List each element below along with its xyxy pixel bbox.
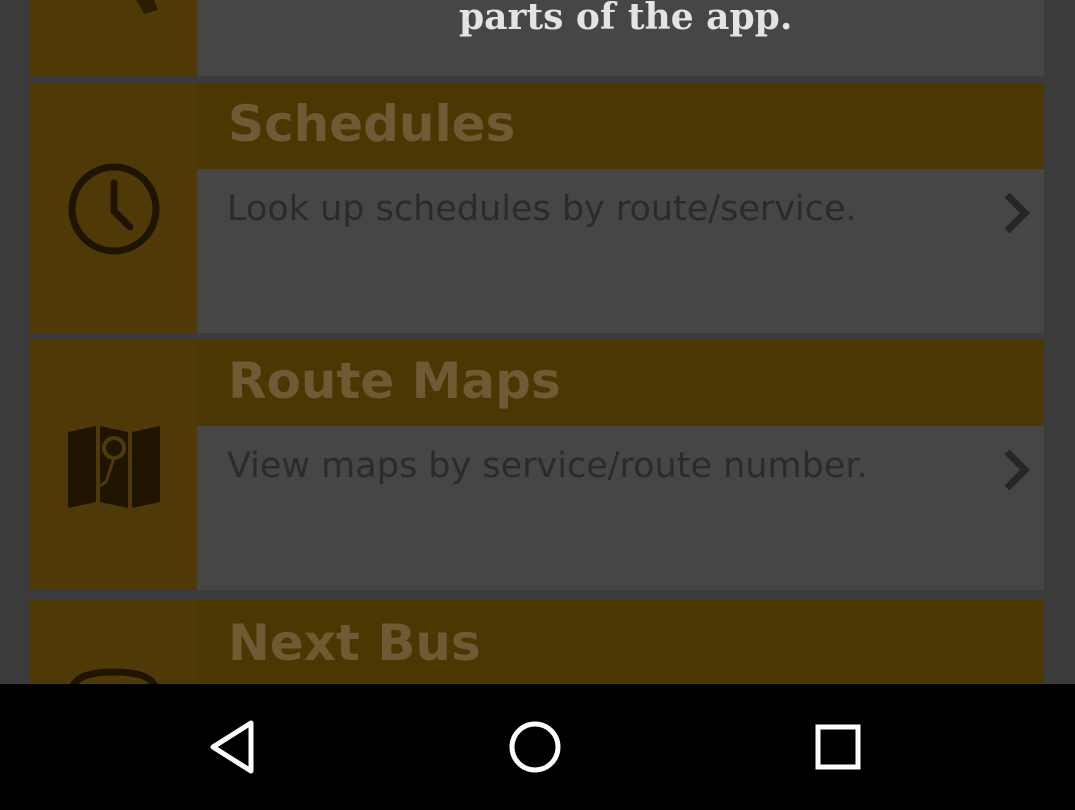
next-bus-card[interactable]: Next Bus — [30, 600, 1044, 684]
intro-card-icon-area — [30, 0, 197, 76]
schedules-card[interactable]: Schedules Look up schedules by route/ser… — [30, 83, 1044, 333]
intro-card-header: parts of the app. — [197, 0, 1044, 76]
clock-icon — [68, 163, 160, 255]
bus-icon — [70, 668, 158, 684]
route-maps-description: View maps by service/route number. — [227, 446, 868, 486]
schedules-title: Schedules — [228, 95, 516, 153]
route-maps-body[interactable]: View maps by service/route number. — [197, 426, 1044, 590]
intro-card: parts of the app. — [30, 0, 1044, 76]
chevron-right-icon — [1004, 449, 1030, 491]
chevron-right-icon — [1004, 192, 1030, 234]
route-maps-card[interactable]: Route Maps View maps by service/route nu… — [30, 340, 1044, 590]
next-bus-icon-area — [30, 600, 197, 684]
intro-text: parts of the app. — [459, 0, 793, 38]
home-icon[interactable] — [505, 717, 565, 777]
schedules-description: Look up schedules by route/service. — [227, 189, 857, 229]
recents-icon[interactable] — [808, 717, 868, 777]
next-bus-title: Next Bus — [228, 614, 481, 672]
schedules-icon-area — [30, 83, 197, 333]
route-maps-icon-area — [30, 340, 197, 590]
app-screen: parts of the app. Schedules Look up sche… — [0, 0, 1075, 684]
route-maps-title: Route Maps — [228, 352, 561, 410]
schedules-header: Schedules — [197, 83, 1044, 169]
schedules-body[interactable]: Look up schedules by route/service. — [197, 169, 1044, 333]
route-maps-header: Route Maps — [197, 340, 1044, 426]
next-bus-header: Next Bus — [197, 600, 1044, 684]
navigation-bar — [0, 684, 1075, 810]
back-icon[interactable] — [203, 717, 263, 777]
partial-icon — [136, 0, 158, 14]
map-icon — [68, 426, 160, 508]
